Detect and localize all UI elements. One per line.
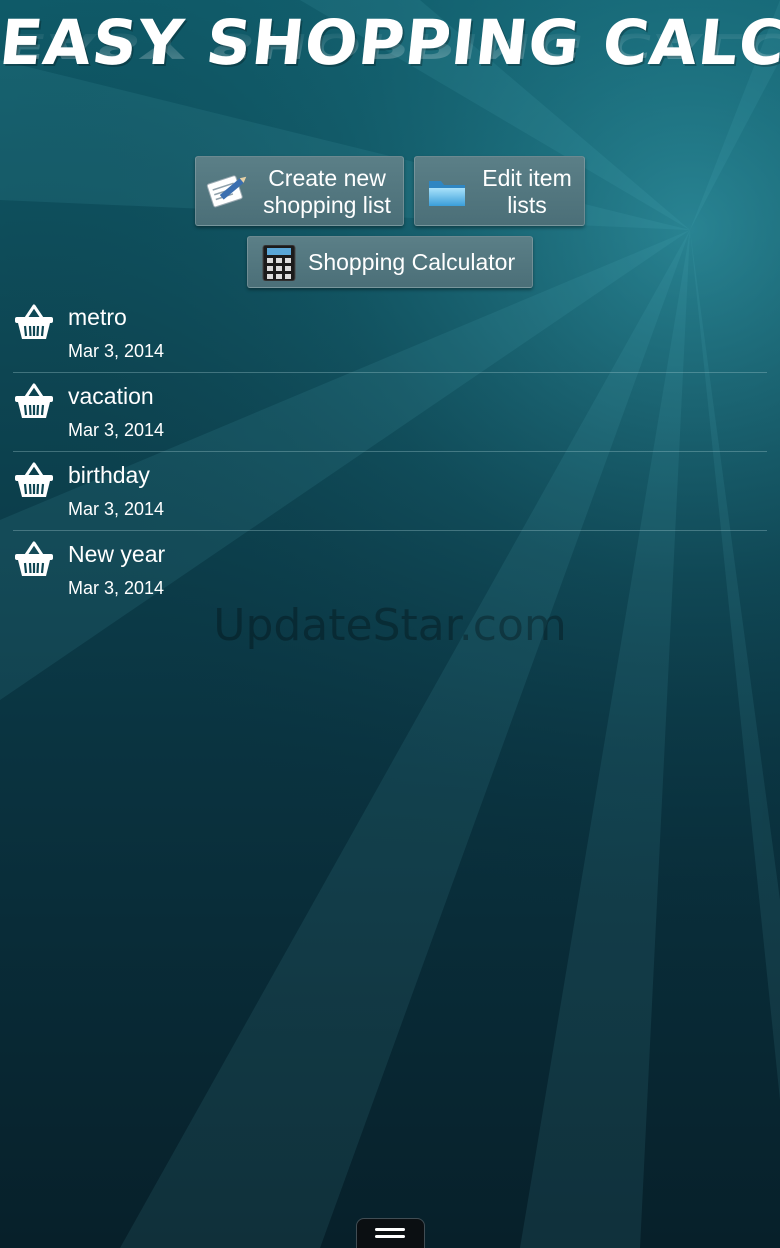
list-item[interactable]: metro Mar 3, 2014 — [13, 294, 767, 373]
basket-icon — [13, 381, 55, 425]
list-name: metro — [68, 304, 127, 330]
list-name: New year — [68, 541, 166, 567]
shopping-calculator-button[interactable]: Shopping Calculator — [247, 236, 533, 288]
watermark: UpdateStar.com — [213, 600, 567, 651]
list-item[interactable]: New year Mar 3, 2014 — [13, 531, 767, 609]
list-name: birthday — [68, 462, 150, 488]
shopping-calculator-label: Shopping Calculator — [308, 249, 516, 275]
notepad-pencil-icon — [204, 173, 248, 215]
calculator-icon — [262, 244, 296, 285]
edit-item-lists-button[interactable]: Edit item lists — [414, 156, 585, 226]
create-shopping-list-button[interactable]: Create new shopping list — [195, 156, 404, 226]
shopping-lists: metro Mar 3, 2014 vacation Mar 3, 2014 birth… — [13, 294, 767, 609]
basket-icon — [13, 460, 55, 504]
app-title-reflection: EASY SHOPPING CALCULATOR — [0, 25, 780, 66]
folder-icon — [427, 175, 467, 213]
menu-button[interactable] — [356, 1218, 425, 1248]
list-name: vacation — [68, 383, 154, 409]
edit-item-lists-label: Edit item lists — [482, 165, 572, 218]
list-item[interactable]: vacation Mar 3, 2014 — [13, 373, 767, 452]
list-item[interactable]: birthday Mar 3, 2014 — [13, 452, 767, 531]
list-date: Mar 3, 2014 — [68, 341, 165, 361]
app-header: EASY SHOPPING CALCULATOR EASY SHOPPING C… — [0, 0, 780, 130]
list-date: Mar 3, 2014 — [68, 420, 165, 440]
basket-icon — [13, 539, 55, 583]
list-date: Mar 3, 2014 — [68, 499, 165, 519]
list-date: Mar 3, 2014 — [68, 578, 165, 598]
basket-icon — [13, 302, 55, 346]
create-shopping-list-label: Create new shopping list — [263, 165, 391, 218]
